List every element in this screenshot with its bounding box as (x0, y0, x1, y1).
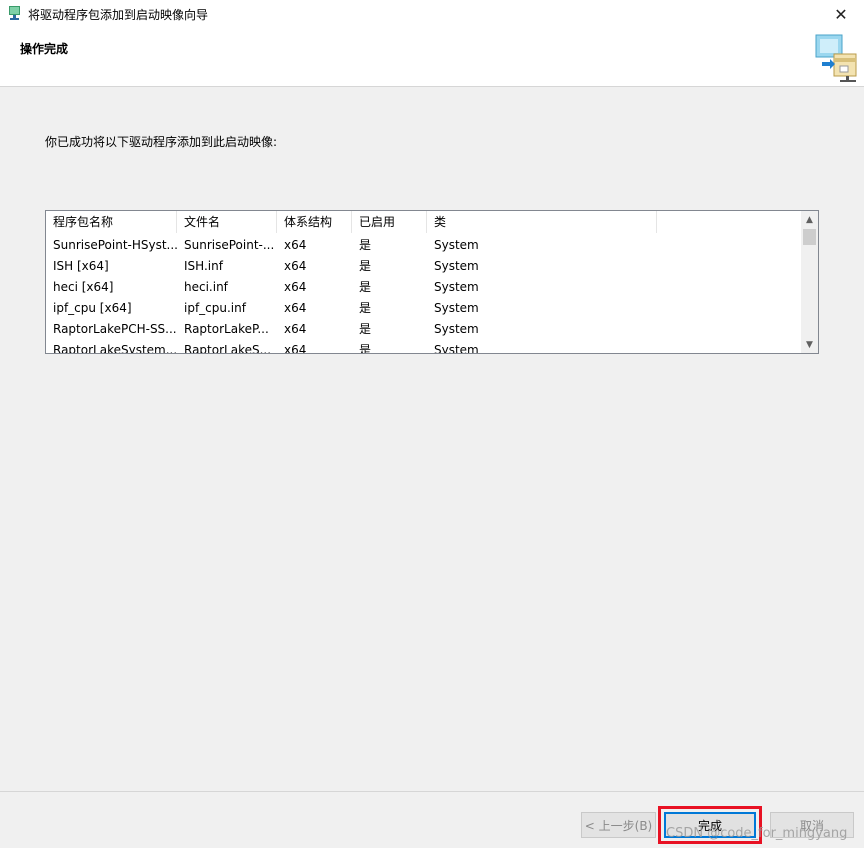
cell-architecture: x64 (284, 280, 307, 294)
close-icon[interactable]: ✕ (818, 0, 864, 28)
cell-file-name: SunrisePoint-... (184, 238, 275, 252)
title-bar: 将驱动程序包添加到启动映像向导 ✕ (0, 0, 864, 28)
cell-enabled: 是 (359, 322, 372, 336)
cell-class: System (434, 322, 479, 336)
cell-class: System (434, 301, 479, 315)
intro-text: 你已成功将以下驱动程序添加到此启动映像: (45, 135, 278, 149)
watermark: CSDN @code_for_mingyang (666, 826, 848, 841)
list-row[interactable]: ipf_cpu [x64] ipf_cpu.inf x64 是 System (46, 298, 802, 319)
cell-package-name: heci [x64] (53, 280, 114, 294)
scroll-down-icon[interactable]: ▼ (801, 336, 818, 353)
cell-file-name: RaptorLakeP... (184, 322, 269, 336)
cell-architecture: x64 (284, 343, 307, 354)
vertical-scrollbar[interactable]: ▲ ▼ (801, 211, 818, 353)
driver-package-icon (810, 32, 862, 84)
list-header: 程序包名称 文件名 体系结构 已启用 类 (46, 211, 802, 233)
cell-package-name: ISH [x64] (53, 259, 109, 273)
list-row[interactable]: heci [x64] heci.inf x64 是 System (46, 277, 802, 298)
list-row[interactable]: RaptorLakeSystem... RaptorLakeS... x64 是… (46, 340, 802, 354)
cell-class: System (434, 280, 479, 294)
driver-list[interactable]: 程序包名称 文件名 体系结构 已启用 类 SunrisePoint-HSyst.… (45, 210, 819, 354)
column-header-class[interactable]: 类 (427, 211, 657, 233)
list-body: SunrisePoint-HSyst... SunrisePoint-... x… (46, 235, 802, 354)
cell-enabled: 是 (359, 238, 372, 252)
scroll-up-icon[interactable]: ▲ (801, 211, 818, 228)
cell-class: System (434, 343, 479, 354)
cell-file-name: ISH.inf (184, 259, 223, 273)
back-button[interactable]: < 上一步(B) (581, 812, 656, 838)
column-header-file-name[interactable]: 文件名 (177, 211, 277, 233)
wizard-header: 操作完成 (0, 28, 864, 87)
cell-package-name: RaptorLakeSystem... (53, 343, 177, 354)
cell-file-name: heci.inf (184, 280, 228, 294)
cell-architecture: x64 (284, 238, 307, 252)
cell-architecture: x64 (284, 322, 307, 336)
column-header-enabled[interactable]: 已启用 (352, 211, 427, 233)
window-title: 将驱动程序包添加到启动映像向导 (28, 8, 209, 22)
list-row[interactable]: SunrisePoint-HSyst... SunrisePoint-... x… (46, 235, 802, 256)
list-row[interactable]: RaptorLakePCH-SS... RaptorLakeP... x64 是… (46, 319, 802, 340)
cell-file-name: ipf_cpu.inf (184, 301, 246, 315)
cell-enabled: 是 (359, 280, 372, 294)
cell-class: System (434, 259, 479, 273)
cell-architecture: x64 (284, 259, 307, 273)
wizard-app-icon (7, 5, 23, 21)
list-row[interactable]: ISH [x64] ISH.inf x64 是 System (46, 256, 802, 277)
cell-file-name: RaptorLakeS... (184, 343, 272, 354)
column-header-empty (657, 211, 802, 233)
column-header-package-name[interactable]: 程序包名称 (46, 211, 177, 233)
scroll-thumb[interactable] (803, 229, 816, 245)
cell-package-name: SunrisePoint-HSyst... (53, 238, 177, 252)
page-heading: 操作完成 (20, 42, 69, 56)
cell-architecture: x64 (284, 301, 307, 315)
footer-divider (0, 791, 864, 792)
column-header-architecture[interactable]: 体系结构 (277, 211, 352, 233)
cell-enabled: 是 (359, 343, 372, 354)
cell-class: System (434, 238, 479, 252)
cell-enabled: 是 (359, 301, 372, 315)
cell-package-name: RaptorLakePCH-SS... (53, 322, 177, 336)
cell-package-name: ipf_cpu [x64] (53, 301, 132, 315)
cell-enabled: 是 (359, 259, 372, 273)
